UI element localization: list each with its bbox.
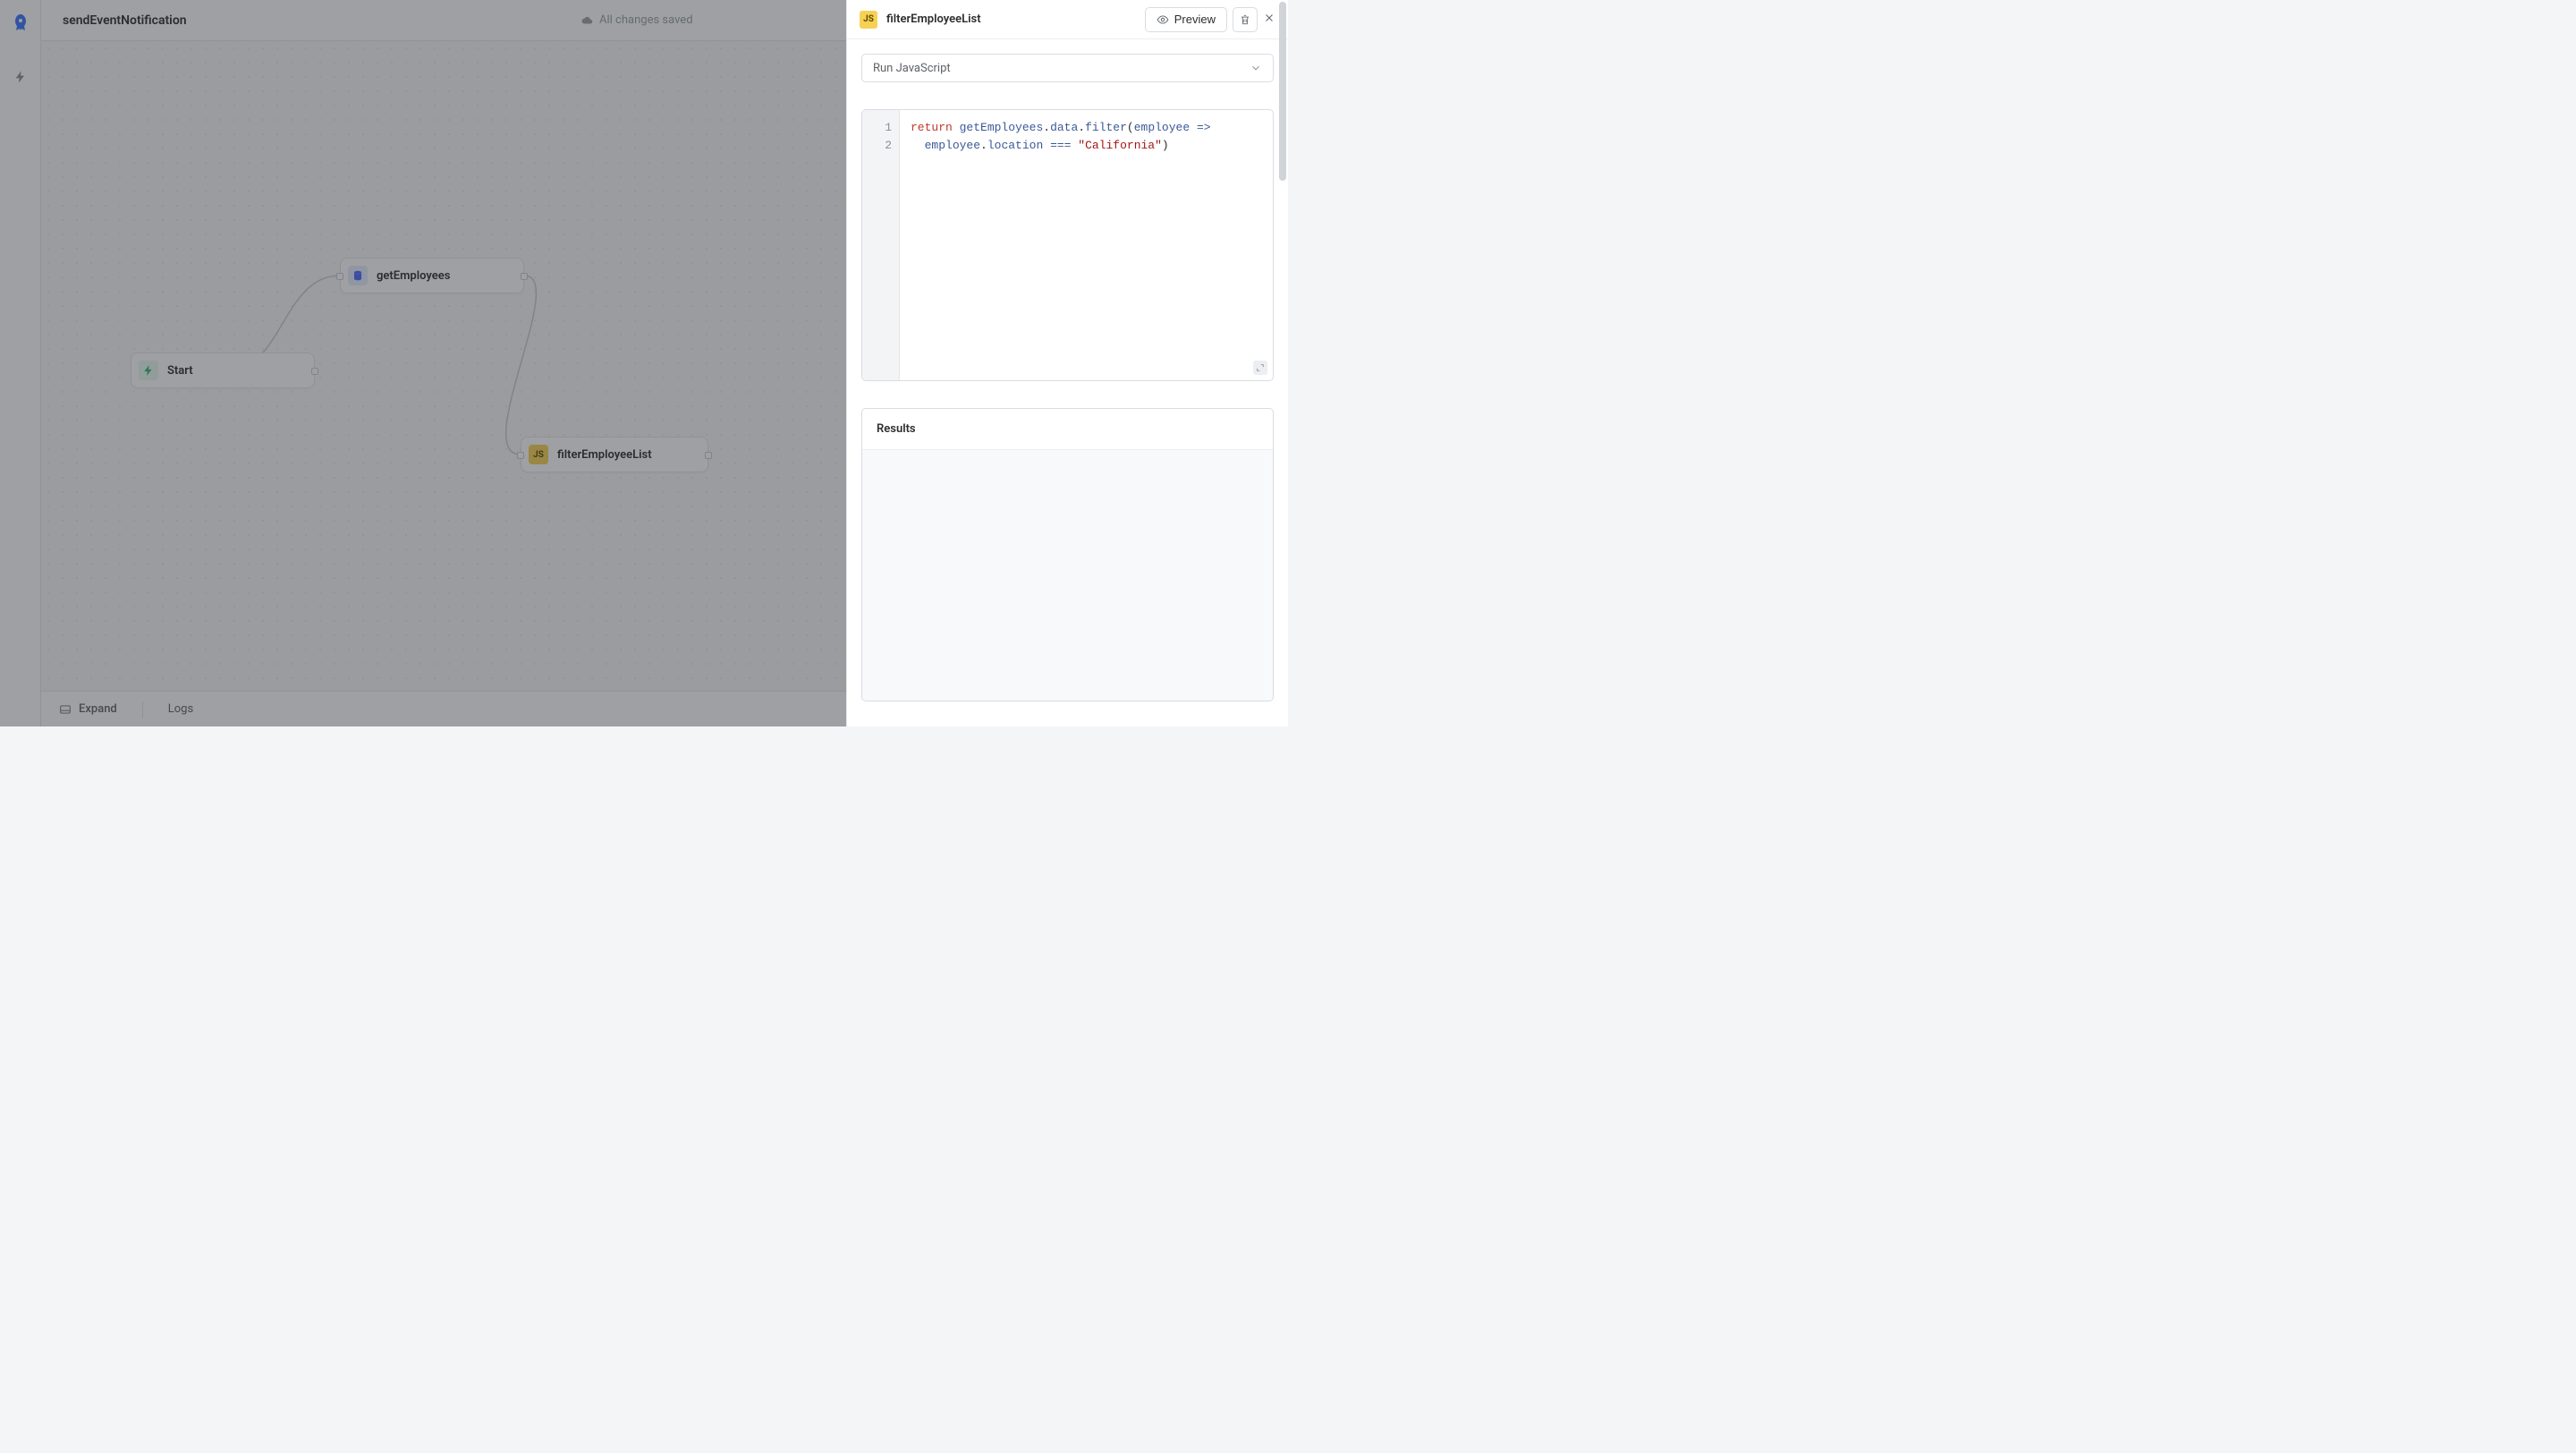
node-filter-employee-list[interactable]: JS filterEmployeeList	[521, 437, 708, 472]
code-token: .	[1043, 121, 1050, 134]
code-token: filter	[1085, 121, 1127, 134]
code-token: "California"	[1078, 139, 1162, 152]
node-port[interactable]	[311, 368, 318, 375]
node-filter-employee-list-label: filterEmployeeList	[557, 448, 652, 462]
expand-button[interactable]: Expand	[59, 702, 117, 716]
close-icon	[1263, 12, 1275, 24]
left-rail	[0, 0, 41, 726]
database-icon	[348, 266, 368, 285]
code-token: location	[987, 139, 1043, 152]
block-type-label: Run JavaScript	[873, 62, 951, 75]
preview-label: Preview	[1174, 13, 1216, 26]
code-area[interactable]: return getEmployees.data.filter(employee…	[900, 110, 1273, 380]
scrollbar[interactable]	[1279, 2, 1286, 181]
code-token: data	[1050, 121, 1078, 134]
node-port[interactable]	[517, 452, 524, 459]
divider	[142, 701, 143, 718]
node-port[interactable]	[336, 273, 343, 280]
save-status-text: All changes saved	[599, 13, 693, 27]
panel-title: filterEmployeeList	[886, 13, 981, 26]
chevron-down-icon	[1250, 62, 1262, 74]
node-start[interactable]: Start	[131, 353, 315, 388]
code-token: .	[1078, 121, 1085, 134]
delete-button[interactable]	[1233, 7, 1258, 32]
results-section: Results	[861, 408, 1274, 701]
code-token: employee	[1134, 121, 1190, 134]
panel-header-actions: Preview	[1145, 7, 1275, 32]
block-type-select[interactable]: Run JavaScript	[861, 54, 1274, 82]
cloud-icon	[581, 14, 594, 27]
bolt-icon	[139, 361, 158, 380]
code-gutter: 1 2	[862, 110, 900, 380]
code-token: getEmployees	[960, 121, 1044, 134]
panel-icon	[59, 703, 72, 716]
results-header: Results	[862, 409, 1273, 450]
js-icon: JS	[529, 445, 548, 464]
results-label: Results	[877, 422, 916, 436]
line-number: 2	[869, 137, 892, 155]
code-token: )	[1162, 139, 1169, 152]
line-number: 1	[869, 119, 892, 137]
expand-label: Expand	[79, 702, 117, 716]
panel-header: JS filterEmployeeList Preview	[847, 0, 1288, 39]
expand-icon	[1256, 363, 1265, 372]
node-port[interactable]	[521, 273, 528, 280]
code-token: return	[911, 121, 953, 134]
js-icon: JS	[860, 11, 877, 29]
rocket-icon[interactable]	[10, 13, 31, 34]
code-editor[interactable]: 1 2 return getEmployees.data.filter(empl…	[861, 109, 1274, 381]
expand-code-button[interactable]	[1253, 361, 1267, 375]
results-body	[862, 450, 1273, 701]
save-status: All changes saved	[581, 13, 693, 27]
code-token: ===	[1050, 139, 1071, 152]
bolt-icon[interactable]	[4, 61, 37, 93]
code-token: .	[980, 139, 987, 152]
node-get-employees[interactable]: getEmployees	[340, 258, 524, 293]
preview-button[interactable]: Preview	[1145, 7, 1227, 32]
code-token: employee	[925, 139, 980, 152]
code-token: =>	[1197, 121, 1211, 134]
trash-icon	[1239, 13, 1251, 26]
node-port[interactable]	[705, 452, 712, 459]
logs-tab[interactable]: Logs	[168, 702, 193, 716]
side-panel: JS filterEmployeeList Preview Run JavaSc…	[846, 0, 1288, 726]
flow-title: sendEventNotification	[63, 13, 187, 28]
code-token: (	[1127, 121, 1134, 134]
node-get-employees-label: getEmployees	[377, 269, 450, 283]
node-start-label: Start	[167, 364, 193, 378]
eye-icon	[1157, 13, 1169, 26]
close-button[interactable]	[1263, 11, 1275, 28]
panel-body: Run JavaScript 1 2 return getEmployees.d…	[847, 39, 1288, 716]
